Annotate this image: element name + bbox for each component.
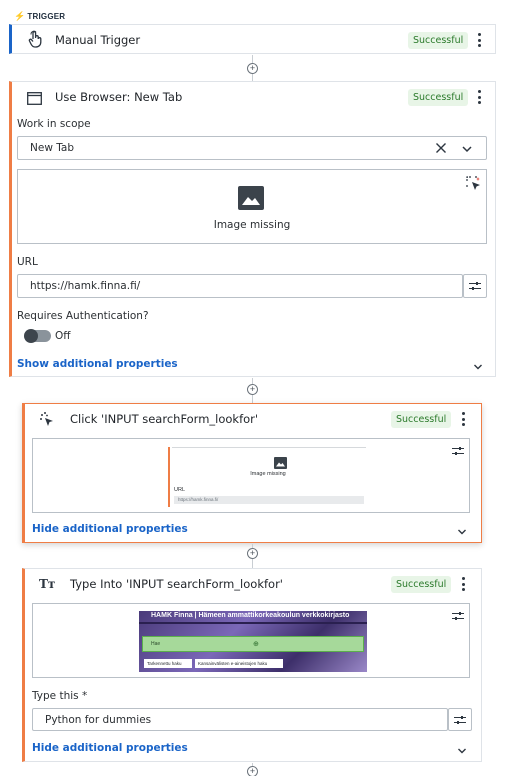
type-this-label: Type this * bbox=[32, 690, 88, 702]
url-input[interactable]: https://hamk.finna.fi/ bbox=[17, 274, 463, 298]
auth-toggle-text: Off bbox=[55, 330, 71, 342]
preview-thumbnail: Image missing URL https://hamk.finna.fi/ bbox=[168, 447, 366, 507]
add-step-icon[interactable]: + bbox=[247, 766, 258, 776]
click-cursor-icon bbox=[39, 411, 55, 430]
hide-additional-properties-link[interactable]: Hide additional properties bbox=[32, 523, 188, 535]
chevron-down-icon[interactable] bbox=[457, 745, 467, 755]
status-badge: Successful bbox=[408, 32, 469, 49]
thumb-url-field: https://hamk.finna.fi/ bbox=[174, 496, 364, 504]
hide-additional-properties-link[interactable]: Hide additional properties bbox=[32, 742, 188, 754]
thumb-search-field: Hae ⊕ bbox=[142, 636, 364, 652]
select-element-icon[interactable] bbox=[466, 176, 482, 195]
trigger-section-label: ⚡ TRIGGER bbox=[14, 11, 66, 21]
image-missing-text: Image missing bbox=[213, 219, 291, 231]
add-step-icon[interactable]: + bbox=[247, 548, 258, 559]
type-step-title: Type Into 'INPUT searchForm_lookfor' bbox=[70, 577, 283, 591]
requires-auth-label: Requires Authentication? bbox=[17, 310, 149, 322]
sliders-icon bbox=[454, 715, 466, 724]
image-placeholder-icon bbox=[238, 186, 264, 213]
preview-thumbnail: HAMK Finna | Hämeen ammattikorkeakoulun … bbox=[139, 611, 367, 672]
type-this-value: Python for dummies bbox=[45, 713, 152, 726]
status-badge: Successful bbox=[391, 411, 452, 428]
work-in-scope-select[interactable]: New Tab bbox=[17, 136, 487, 160]
more-options-icon[interactable] bbox=[460, 577, 466, 591]
type-this-input[interactable]: Python for dummies bbox=[32, 708, 448, 731]
thumb-url-label: URL bbox=[174, 487, 186, 493]
add-step-icon[interactable]: + bbox=[247, 384, 258, 395]
hand-pointer-icon bbox=[26, 30, 44, 48]
url-options-button[interactable] bbox=[463, 274, 487, 298]
url-label: URL bbox=[17, 256, 38, 268]
type-options-button[interactable] bbox=[448, 708, 472, 731]
type-preview: HAMK Finna | Hämeen ammattikorkeakoulun … bbox=[32, 603, 470, 678]
sliders-icon[interactable] bbox=[451, 610, 465, 624]
status-badge: Successful bbox=[391, 576, 452, 593]
thumb-button-1: Tarkennettu haku bbox=[144, 659, 192, 668]
click-step-card[interactable]: Click 'INPUT searchForm_lookfor' Success… bbox=[22, 403, 482, 543]
browser-step-title: Use Browser: New Tab bbox=[55, 90, 183, 104]
show-additional-properties-link[interactable]: Show additional properties bbox=[17, 358, 178, 370]
status-badge: Successful bbox=[408, 89, 469, 106]
manual-trigger-card[interactable]: Manual Trigger Successful bbox=[9, 24, 496, 54]
thumb-button-2: Kansainvälisten e-aineistojen haku bbox=[195, 659, 283, 668]
chevron-down-icon[interactable] bbox=[461, 143, 473, 155]
thumb-header: HAMK Finna | Hämeen ammattikorkeakoulun … bbox=[151, 612, 350, 619]
type-into-card[interactable]: Tт Type Into 'INPUT searchForm_lookfor' … bbox=[22, 568, 482, 762]
click-preview: Image missing URL https://hamk.finna.fi/ bbox=[32, 438, 470, 513]
chevron-down-icon[interactable] bbox=[457, 526, 467, 536]
browser-window-icon bbox=[25, 89, 43, 107]
url-value: https://hamk.finna.fi/ bbox=[30, 280, 141, 292]
sliders-icon[interactable] bbox=[451, 445, 465, 459]
auth-toggle[interactable] bbox=[24, 329, 51, 343]
click-step-title: Click 'INPUT searchForm_lookfor' bbox=[70, 412, 259, 426]
more-options-icon[interactable] bbox=[476, 90, 482, 104]
text-type-icon: Tт bbox=[39, 577, 56, 591]
add-step-icon[interactable]: + bbox=[247, 63, 258, 74]
clear-icon[interactable] bbox=[434, 141, 448, 155]
trigger-title: Manual Trigger bbox=[55, 33, 141, 47]
bolt-icon: ⚡ bbox=[14, 11, 26, 21]
work-in-scope-label: Work in scope bbox=[17, 118, 91, 130]
screenshot-preview: Image missing bbox=[17, 169, 487, 244]
work-in-scope-value: New Tab bbox=[30, 142, 75, 154]
use-browser-card[interactable]: Use Browser: New Tab Successful Work in … bbox=[9, 81, 496, 377]
chevron-down-icon[interactable] bbox=[473, 361, 483, 371]
more-options-icon[interactable] bbox=[460, 412, 466, 426]
more-options-icon[interactable] bbox=[476, 33, 482, 47]
thumb-image-missing: Image missing bbox=[250, 471, 286, 477]
thumb-image-icon bbox=[274, 457, 287, 472]
sliders-icon bbox=[469, 282, 481, 290]
